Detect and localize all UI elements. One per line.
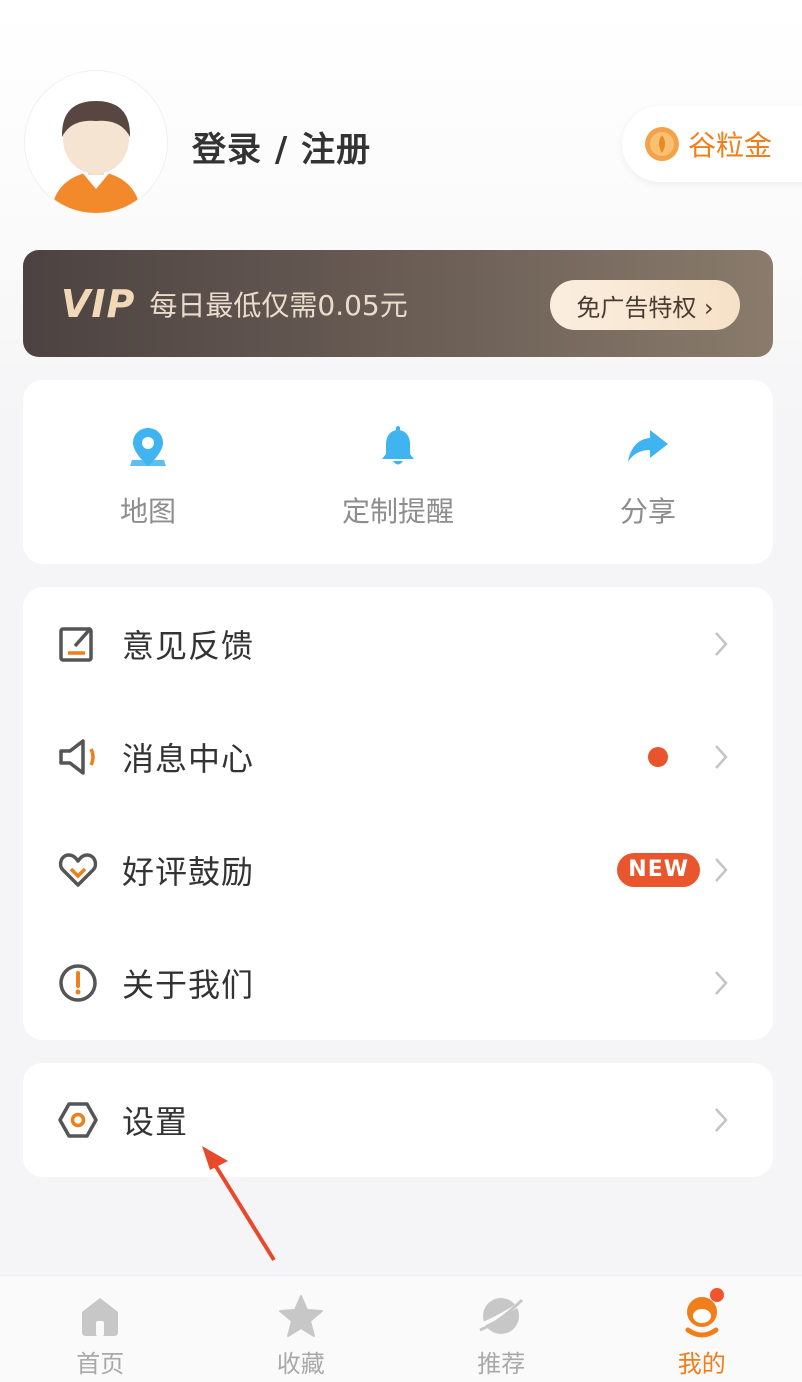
avatar-icon	[25, 71, 167, 213]
coin-icon	[644, 126, 680, 162]
tab-recommend[interactable]: 推荐	[401, 1276, 602, 1382]
notification-dot	[710, 1288, 724, 1302]
vip-logo: VIP	[61, 282, 135, 326]
map-pin-icon	[128, 426, 168, 468]
unread-dot	[648, 747, 668, 767]
menu-item-label: 好评鼓励	[122, 847, 254, 893]
home-icon	[78, 1294, 122, 1338]
info-icon	[58, 963, 98, 1003]
menu-item-label: 关于我们	[122, 960, 254, 1006]
quick-action-label: 定制提醒	[342, 490, 454, 530]
menu-item-label: 设置	[122, 1097, 188, 1143]
ad-free-privilege-button[interactable]: 免广告特权 ›	[550, 280, 740, 330]
tab-label: 首页	[76, 1344, 124, 1379]
tab-mine[interactable]: 我的	[602, 1276, 802, 1382]
planet-icon	[478, 1294, 524, 1338]
coin-label: 谷粒金	[688, 124, 772, 164]
menu-item-messages[interactable]: 消息中心	[23, 700, 773, 813]
annotation-arrow-icon	[190, 1140, 290, 1265]
chevron-right-icon	[714, 631, 728, 657]
header-background	[0, 0, 802, 420]
tab-favorites[interactable]: 收藏	[201, 1276, 402, 1382]
vip-banner[interactable]: VIP 每日最低仅需0.05元 免广告特权 ›	[23, 250, 773, 357]
tab-label: 推荐	[477, 1344, 525, 1379]
quick-action-label: 地图	[120, 490, 176, 530]
quick-action-share[interactable]: 分享	[523, 380, 773, 564]
settings-icon	[58, 1100, 98, 1140]
vip-promo-text: 每日最低仅需0.05元	[149, 284, 407, 324]
star-icon	[278, 1294, 324, 1338]
quick-actions-card: 地图 定制提醒 分享	[23, 380, 773, 564]
login-register-link[interactable]: 登录 / 注册	[192, 122, 371, 171]
chevron-right-icon	[714, 970, 728, 996]
tab-label: 我的	[678, 1344, 726, 1379]
menu-item-about[interactable]: 关于我们	[23, 926, 773, 1039]
tab-home[interactable]: 首页	[0, 1276, 201, 1382]
quick-action-reminder[interactable]: 定制提醒	[273, 380, 523, 564]
heart-icon	[58, 850, 98, 890]
share-icon	[626, 426, 670, 468]
chevron-right-icon	[714, 744, 728, 770]
speaker-icon	[58, 737, 98, 777]
coin-balance-button[interactable]: 谷粒金	[622, 106, 802, 182]
quick-action-map[interactable]: 地图	[23, 380, 273, 564]
menu-item-rate[interactable]: 好评鼓励 NEW	[23, 813, 773, 926]
chevron-right-icon	[714, 1107, 728, 1133]
new-badge: NEW	[617, 853, 700, 887]
menu-item-label: 消息中心	[122, 734, 254, 780]
bell-icon	[378, 426, 418, 468]
menu-item-label: 意见反馈	[122, 621, 254, 667]
menu-item-feedback[interactable]: 意见反馈	[23, 587, 773, 700]
edit-icon	[58, 624, 98, 664]
chevron-right-icon	[714, 857, 728, 883]
quick-action-label: 分享	[620, 490, 676, 530]
bottom-tab-bar: 首页 收藏 推荐 我的	[0, 1275, 802, 1382]
menu-list: 意见反馈 消息中心 好评鼓励 NEW 关于我们	[23, 587, 773, 1040]
avatar[interactable]	[25, 71, 167, 213]
settings-card: 设置	[23, 1063, 773, 1177]
tab-label: 收藏	[277, 1344, 325, 1379]
menu-item-settings[interactable]: 设置	[23, 1063, 773, 1176]
